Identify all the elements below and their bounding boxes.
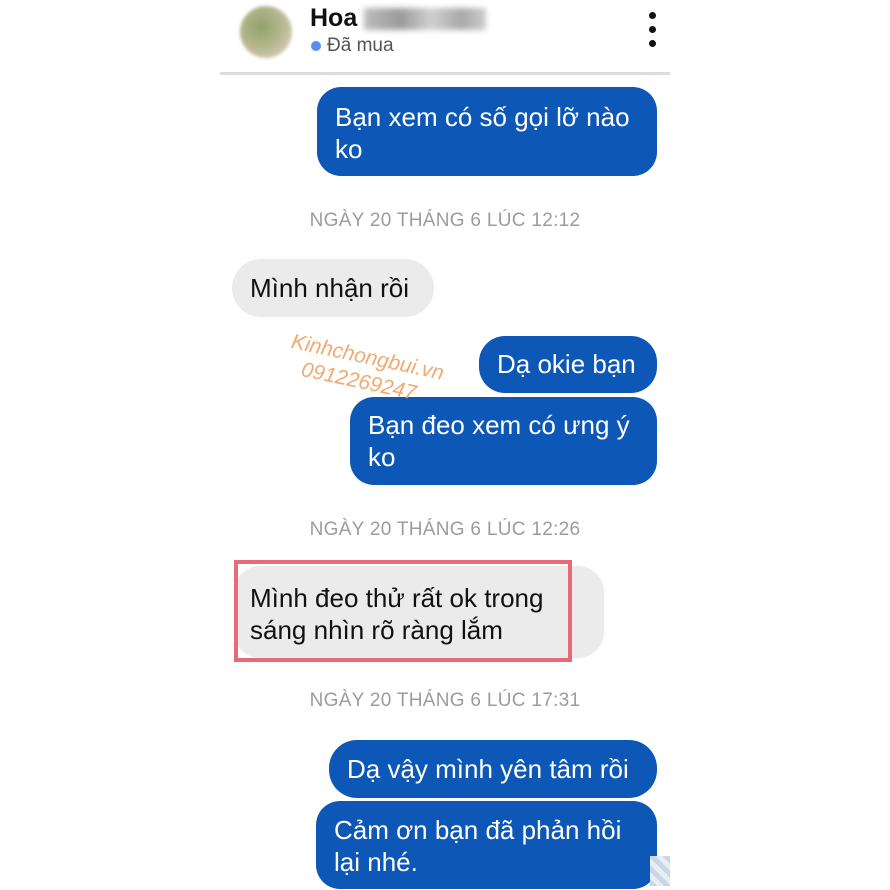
- chat-screen: Hoa Đã mua Bạn xem có số gọi lỡ nào ko N…: [220, 0, 670, 890]
- outgoing-message[interactable]: Bạn đeo xem có ưng ý ko: [350, 397, 657, 485]
- outgoing-message[interactable]: Bạn xem có số gọi lỡ nào ko: [317, 87, 657, 176]
- chat-header: Hoa Đã mua: [220, 0, 670, 75]
- avatar[interactable]: [240, 6, 292, 58]
- highlight-frame: [234, 560, 572, 662]
- incoming-message[interactable]: Mình nhận rồi: [232, 259, 434, 317]
- outgoing-message[interactable]: Dạ vậy mình yên tâm rồi: [329, 740, 657, 798]
- outgoing-message[interactable]: Dạ okie bạn: [479, 336, 657, 393]
- name-redaction: [364, 8, 486, 30]
- timestamp: NGÀY 20 THÁNG 6 LÚC 12:12: [309, 210, 581, 231]
- timestamp: NGÀY 20 THÁNG 6 LÚC 17:31: [309, 690, 581, 711]
- timestamp: NGÀY 20 THÁNG 6 LÚC 12:26: [309, 519, 581, 540]
- contact-status: Đã mua: [327, 35, 394, 56]
- status-dot-icon: [311, 41, 321, 51]
- more-vertical-icon[interactable]: [642, 12, 662, 48]
- outgoing-message[interactable]: Cảm ơn bạn đã phản hồi lại nhé.: [316, 801, 657, 889]
- pixelated-corner: [650, 856, 670, 886]
- contact-name[interactable]: Hoa: [310, 4, 357, 33]
